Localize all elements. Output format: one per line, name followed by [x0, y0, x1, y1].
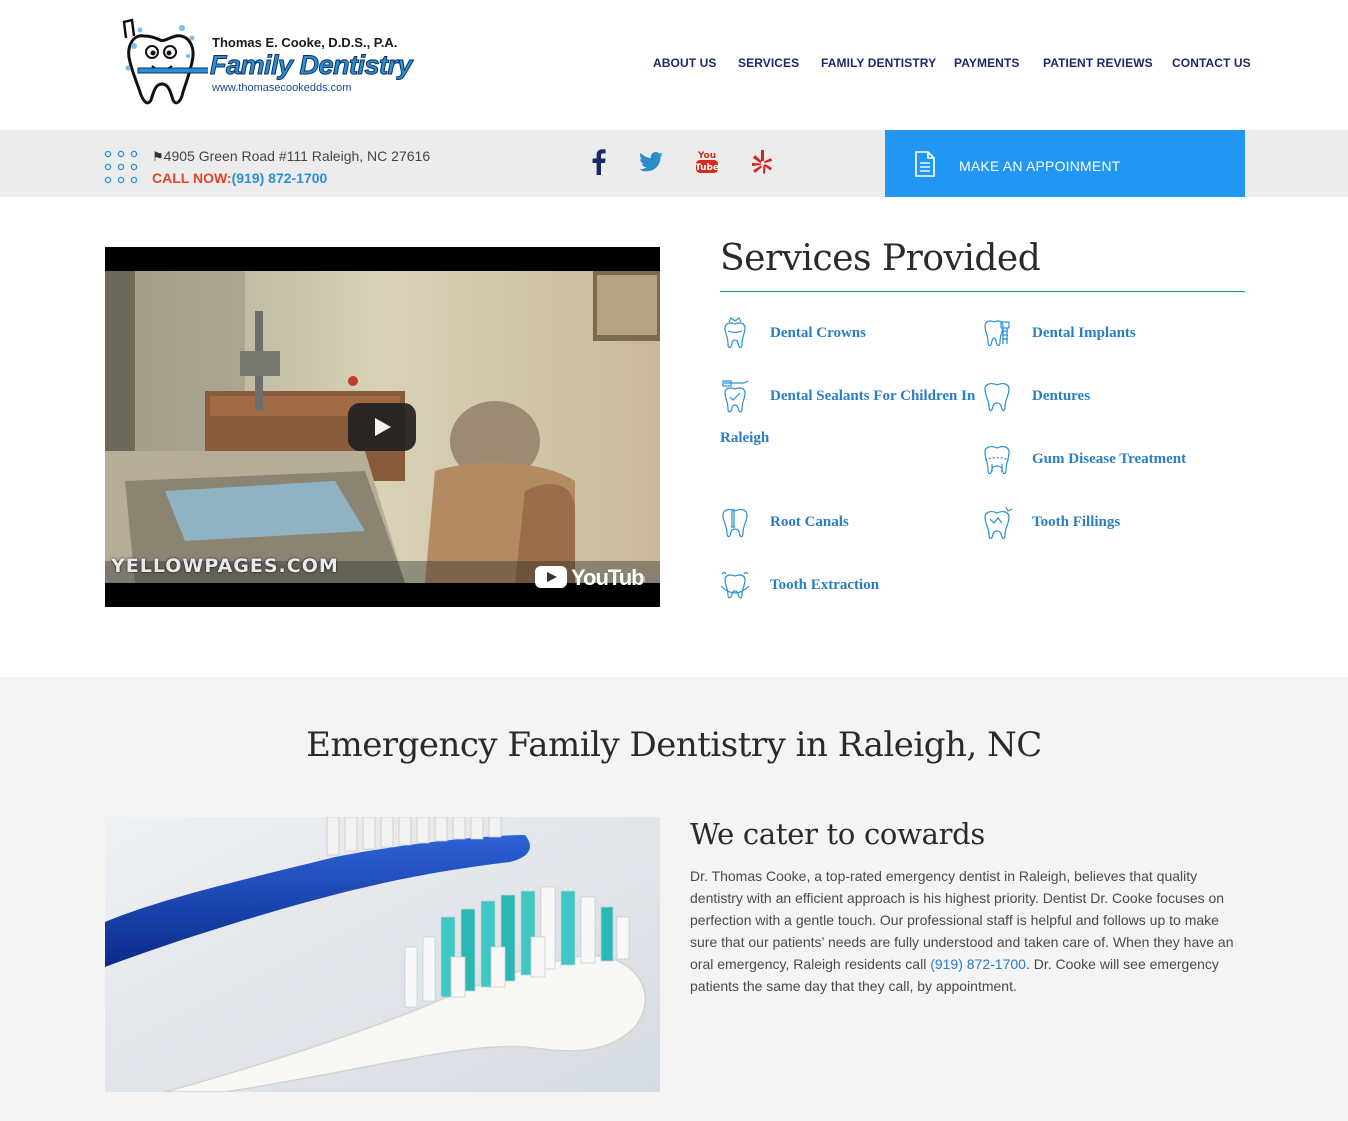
emergency-section: Emergency Family Dentistry in Raleigh, N… [0, 677, 1348, 1121]
call-now-number[interactable]: (919) 872-1700 [232, 170, 328, 186]
document-icon [915, 151, 935, 177]
video-watermark: YELLOWPAGES.COM [111, 555, 339, 577]
toothbrush-image [105, 817, 660, 1092]
gum-tooth-icon [984, 446, 1010, 475]
make-appointment-button[interactable]: MAKE AN APPOINMENT [885, 130, 1245, 197]
map-marker-icon: ⚑ [152, 149, 164, 164]
youtube-logo-icon[interactable]: YouTube [535, 563, 645, 591]
svg-text:You: You [697, 151, 716, 161]
youtube-brand-label: YouTube [571, 565, 645, 590]
crown-tooth-icon [724, 317, 746, 349]
service-label[interactable]: Dental Crowns [770, 325, 866, 342]
nav-contact-us[interactable]: CONTACT US [1172, 56, 1251, 70]
filling-tooth-icon [984, 506, 1012, 539]
denture-tooth-icon [984, 383, 1010, 412]
body-phone-link[interactable]: (919) 872-1700 [930, 956, 1026, 972]
facebook-icon[interactable] [585, 148, 613, 176]
implant-tooth-icon [984, 320, 1010, 347]
root-canal-tooth-icon [722, 509, 748, 538]
yelp-icon[interactable] [748, 148, 776, 176]
nav-family-dentistry[interactable]: FAMILY DENTISTRY [821, 56, 936, 70]
service-label[interactable]: Tooth Fillings [1032, 514, 1120, 531]
youtube-icon[interactable]: You Tube [693, 148, 721, 176]
sealant-tooth-icon [722, 380, 749, 413]
site-logo[interactable]: Thomas E. Cooke, D.D.S., P.A. Family Den… [118, 16, 438, 110]
emergency-title: Emergency Family Dentistry in Raleigh, N… [306, 725, 1042, 765]
svg-text:Tube: Tube [695, 163, 719, 173]
service-label-continued[interactable]: Raleigh [720, 430, 769, 447]
logo-url: www.thomasecookedds.com [212, 82, 352, 94]
site-header: Thomas E. Cooke, D.D.S., P.A. Family Den… [0, 0, 1348, 130]
nav-patient-reviews[interactable]: PATIENT REVIEWS [1043, 56, 1153, 70]
make-appointment-label: MAKE AN APPOINMENT [959, 158, 1121, 174]
service-label[interactable]: Gum Disease Treatment [1032, 451, 1186, 468]
info-bar: ⚑4905 Green Road #111 Raleigh, NC 27616 … [0, 130, 1348, 197]
logo-practice-name: Thomas E. Cooke, D.D.S., P.A. [212, 35, 398, 50]
call-now[interactable]: CALL NOW:(919) 872-1700 [152, 170, 327, 186]
service-label[interactable]: Dentures [1032, 388, 1090, 405]
address-text: 4905 Green Road #111 Raleigh, NC 27616 [163, 148, 431, 164]
logo-title: Family Dentistry [209, 50, 413, 81]
address: ⚑4905 Green Road #111 Raleigh, NC 27616 [152, 148, 430, 165]
service-label[interactable]: Dental Sealants For Children In [770, 388, 975, 405]
video-play-button[interactable] [348, 403, 416, 451]
service-label[interactable]: Root Canals [770, 514, 849, 531]
extraction-tooth-icon [720, 571, 750, 599]
play-icon [375, 418, 391, 436]
video-player[interactable]: YELLOWPAGES.COM YouTube [105, 247, 660, 607]
service-label[interactable]: Dental Implants [1032, 325, 1136, 342]
services-divider [720, 291, 1245, 292]
emergency-body: Dr. Thomas Cooke, a top-rated emergency … [690, 865, 1235, 997]
dots-grid-icon [104, 150, 138, 184]
nav-services[interactable]: SERVICES [738, 56, 799, 70]
section-subtitle: We cater to cowards [690, 817, 986, 851]
service-label[interactable]: Tooth Extraction [770, 577, 879, 594]
nav-about-us[interactable]: ABOUT US [653, 56, 716, 70]
nav-payments[interactable]: PAYMENTS [954, 56, 1019, 70]
tooth-mascot-icon [122, 18, 208, 105]
call-now-label: CALL NOW: [152, 170, 232, 186]
twitter-icon[interactable] [637, 148, 665, 176]
services-title: Services Provided [720, 238, 1041, 279]
